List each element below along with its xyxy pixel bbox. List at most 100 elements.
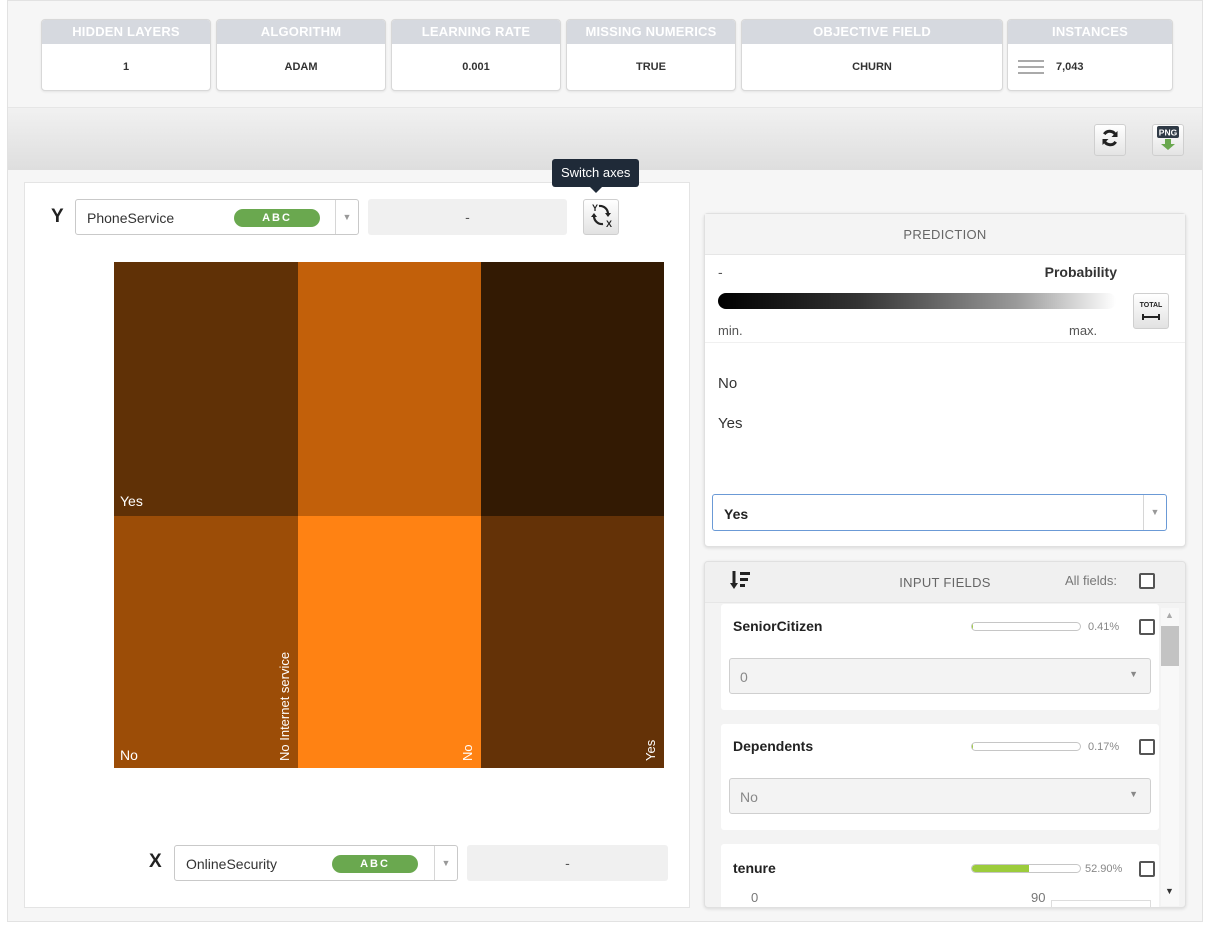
class-list: No Yes	[705, 342, 1185, 485]
png-download-icon: PNG	[1156, 125, 1180, 156]
svg-text:X: X	[606, 219, 612, 229]
heatmap-cell[interactable]	[114, 262, 298, 516]
card-algorithm: ALGORITHM ADAM	[216, 19, 386, 91]
probability-gradient	[718, 293, 1116, 309]
field-checkbox[interactable]	[1139, 739, 1155, 755]
heatmap-cell[interactable]	[481, 516, 664, 768]
range-min: 0	[751, 890, 759, 905]
field-dependents: Dependents 0.17% No ▼	[721, 724, 1159, 830]
field-value-select[interactable]: 0 ▼	[729, 658, 1151, 694]
importance-bar	[971, 622, 1081, 631]
all-fields-label: All fields:	[1065, 573, 1118, 588]
y-field-select[interactable]: PhoneService ABC ▼	[75, 199, 359, 235]
sort-button[interactable]	[729, 569, 751, 596]
all-fields-checkbox[interactable]	[1139, 573, 1155, 589]
prediction-panel: PREDICTION - Probability min. max. TOTAL…	[704, 213, 1186, 547]
prediction-dash: -	[718, 264, 723, 280]
sort-icon	[729, 571, 751, 595]
card-instances[interactable]: INSTANCES 7,043	[1007, 19, 1173, 91]
card-value: 0.001	[462, 61, 490, 73]
scrollbar[interactable]: ▲ ▼	[1161, 608, 1179, 906]
y-value-box[interactable]: -	[368, 199, 567, 235]
class-select-value: Yes	[724, 506, 749, 522]
switch-axes-icon: Y X	[586, 201, 616, 234]
importance-pct: 0.41%	[1088, 621, 1120, 633]
heatmap-cell[interactable]	[481, 262, 664, 516]
heatmap-cell[interactable]	[298, 516, 481, 768]
x-axis-letter: X	[149, 851, 162, 872]
png-download-button[interactable]: PNG	[1152, 124, 1184, 156]
card-header: MISSING NUMERICS	[567, 20, 735, 44]
class-item[interactable]: No	[718, 375, 737, 392]
total-label: TOTAL	[1139, 302, 1163, 309]
field-senior-citizen: SeniorCitizen 0.41% 0 ▼	[721, 604, 1159, 710]
card-header: ALGORITHM	[217, 20, 385, 44]
importance-pct: 52.90%	[1085, 863, 1123, 875]
x-type-badge: ABC	[332, 855, 418, 873]
range-input[interactable]	[1051, 900, 1151, 907]
total-icon	[1142, 314, 1160, 320]
heatmap-cell[interactable]	[298, 262, 481, 516]
x-field-select[interactable]: OnlineSecurity ABC ▼	[174, 845, 458, 881]
prediction-header: PREDICTION	[705, 214, 1185, 255]
column-label: Yes	[643, 739, 658, 761]
y-axis-letter: Y	[51, 206, 64, 227]
menu-icon[interactable]	[1018, 60, 1044, 74]
chevron-down-icon: ▼	[1129, 789, 1138, 799]
card-learning-rate: LEARNING RATE 0.001	[391, 19, 561, 91]
chevron-down-icon: ▼	[335, 200, 358, 234]
max-label: max.	[1069, 323, 1098, 338]
column-label: No	[460, 744, 475, 761]
scrollbar-thumb[interactable]	[1161, 626, 1179, 666]
card-value: 1	[122, 61, 130, 73]
card-header: HIDDEN LAYERS	[42, 20, 210, 44]
row-label: No	[120, 747, 138, 763]
row-label: Yes	[120, 493, 143, 509]
field-checkbox[interactable]	[1139, 619, 1155, 635]
refresh-button[interactable]	[1094, 124, 1126, 156]
png-label: PNG	[1159, 127, 1178, 137]
heatmap-cell[interactable]	[114, 516, 298, 768]
importance-bar	[971, 864, 1081, 873]
card-header: OBJECTIVE FIELD	[742, 20, 1002, 44]
card-value: CHURN	[852, 61, 892, 73]
switch-axes-tooltip: Switch axes	[552, 159, 640, 193]
field-tenure: tenure 52.90% 0 90	[721, 844, 1159, 907]
card-header: INSTANCES	[1008, 20, 1172, 44]
importance-pct: 0.17%	[1088, 741, 1120, 753]
card-value: TRUE	[636, 61, 666, 73]
field-name: tenure	[733, 860, 776, 876]
importance-bar	[971, 742, 1081, 751]
y-type-badge: ABC	[234, 209, 320, 227]
x-field-name: OnlineSecurity	[186, 856, 278, 872]
y-field-name: PhoneService	[87, 210, 175, 226]
field-value-select[interactable]: No ▼	[729, 778, 1151, 814]
chevron-down-icon: ▼	[434, 846, 457, 880]
field-value: 0	[740, 669, 748, 685]
range-max: 90	[1031, 890, 1046, 905]
field-name: SeniorCitizen	[733, 618, 823, 634]
card-missing-numerics: MISSING NUMERICS TRUE	[566, 19, 736, 91]
scroll-up-icon[interactable]: ▲	[1165, 610, 1174, 620]
class-select[interactable]: Yes ▼	[712, 494, 1167, 531]
chevron-down-icon: ▼	[1129, 669, 1138, 679]
column-label: No Internet service	[277, 651, 292, 761]
chevron-down-icon: ▼	[1143, 495, 1166, 530]
probability-label: Probability	[1044, 264, 1117, 280]
field-value: No	[740, 789, 758, 805]
field-checkbox[interactable]	[1139, 861, 1155, 877]
card-header: LEARNING RATE	[392, 20, 560, 44]
card-hidden-layers: HIDDEN LAYERS 1	[41, 19, 211, 91]
class-item[interactable]: Yes	[718, 415, 742, 432]
input-fields-panel: INPUT FIELDS All fields: SeniorCitizen 0…	[704, 561, 1186, 908]
scroll-down-icon[interactable]: ▼	[1165, 886, 1174, 896]
heatmap[interactable]: Yes No No Internet service No Yes	[114, 262, 664, 768]
refresh-icon	[1100, 128, 1120, 153]
card-objective-field: OBJECTIVE FIELD CHURN	[741, 19, 1003, 91]
switch-axes-button[interactable]: Y X	[583, 199, 619, 235]
total-button[interactable]: TOTAL	[1133, 293, 1169, 329]
x-value-box[interactable]: -	[467, 845, 668, 881]
card-value: 7,043	[1056, 61, 1084, 73]
field-name: Dependents	[733, 738, 814, 754]
min-label: min.	[718, 323, 743, 338]
